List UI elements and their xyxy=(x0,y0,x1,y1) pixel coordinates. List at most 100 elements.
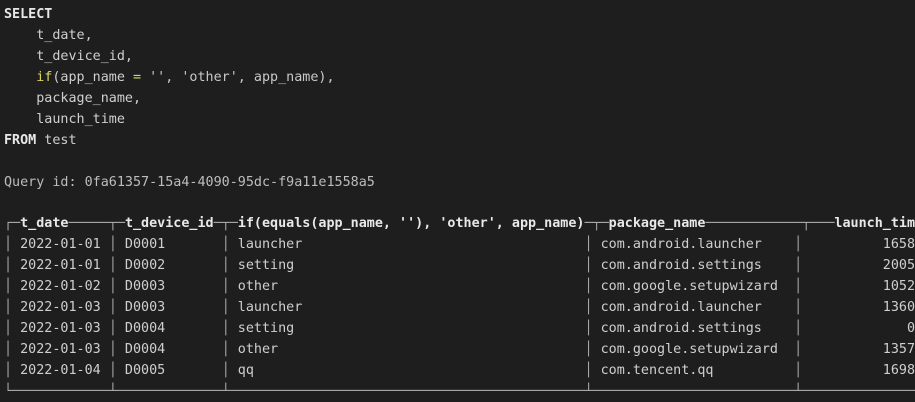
table-row: │ 2022-01-03 │ D0003 │ launcher │ com.an… xyxy=(4,297,915,318)
table-border: │ xyxy=(4,363,13,378)
table-border: ┌ xyxy=(4,216,13,231)
column-header: launch_time xyxy=(834,216,915,231)
table-row: │ 2022-01-02 │ D0003 │ other │ com.googl… xyxy=(4,276,915,297)
sql-if-expression: if(app_name = '', 'other', app_name), xyxy=(4,67,335,88)
table-cell: 1658 xyxy=(802,237,915,252)
table-cell: com.tencent.qq xyxy=(592,363,795,378)
table-border: │ xyxy=(584,321,593,336)
column-header: t_device_id xyxy=(124,216,214,231)
table-border: │ xyxy=(108,300,117,315)
table-border: │ xyxy=(4,321,13,336)
table-cell: com.google.setupwizard xyxy=(592,279,795,294)
table-border: ─┬ xyxy=(213,216,230,231)
sql-if-args-2: '', 'other', app_name), xyxy=(141,70,335,85)
table-border: ─── xyxy=(810,216,835,231)
table-cell: setting xyxy=(229,258,585,273)
table-cell: launcher xyxy=(229,237,585,252)
table-border: │ xyxy=(794,342,803,357)
table-cell: D0003 xyxy=(116,279,222,294)
sql-indent xyxy=(4,70,36,85)
sql-column-t-date: t_date, xyxy=(4,28,93,43)
table-cell: 1052 xyxy=(802,279,915,294)
terminal-window[interactable]: SELECT t_date, t_device_id, if(app_name … xyxy=(0,0,915,402)
table-cell: 2022-01-03 xyxy=(12,300,109,315)
table-border: │ xyxy=(221,279,230,294)
table-border: │ xyxy=(584,300,593,315)
table-row: │ 2022-01-01 │ D0002 │ setting │ com.and… xyxy=(4,255,915,276)
table-border: │ xyxy=(108,279,117,294)
table-cell: setting xyxy=(229,321,585,336)
table-cell: com.android.launcher xyxy=(592,300,795,315)
table-cell: com.android.launcher xyxy=(592,237,795,252)
table-border: │ xyxy=(794,279,803,294)
sql-column-package-name: package_name, xyxy=(4,91,142,106)
sql-from-keyword: FROM xyxy=(4,133,37,148)
table-border: ─┬ xyxy=(584,216,601,231)
table-cell: com.google.setupwizard xyxy=(592,342,795,357)
table-border: │ xyxy=(108,258,117,273)
table-border: │ xyxy=(584,363,593,378)
table-cell: 2022-01-02 xyxy=(12,279,109,294)
table-border: │ xyxy=(221,342,230,357)
table-border: │ xyxy=(584,258,593,273)
table-border: │ xyxy=(4,300,13,315)
sql-column-launch-time: launch_time xyxy=(4,112,125,127)
table-cell: D0004 xyxy=(116,342,222,357)
table-border: │ xyxy=(584,237,593,252)
table-cell: 2022-01-03 xyxy=(12,342,109,357)
table-cell: 1698 xyxy=(802,363,915,378)
table-border: ─ xyxy=(116,216,125,231)
table-cell: other xyxy=(229,342,585,357)
table-border: ─ xyxy=(12,216,21,231)
table-cell: 2022-01-01 xyxy=(12,258,109,273)
table-cell: D0003 xyxy=(116,300,222,315)
table-header-row: ┌─t_date─────┬─t_device_id─┬─if(equals(a… xyxy=(4,213,915,234)
table-row: │ 2022-01-03 │ D0004 │ other │ com.googl… xyxy=(4,339,915,360)
table-border: │ xyxy=(4,279,13,294)
table-cell: 1360 xyxy=(802,300,915,315)
table-cell: 0 xyxy=(802,321,915,336)
table-cell: D0002 xyxy=(116,258,222,273)
table-border: │ xyxy=(221,300,230,315)
table-cell: 1357 xyxy=(802,342,915,357)
table-border: │ xyxy=(794,363,803,378)
table-border: │ xyxy=(221,258,230,273)
table-border: │ xyxy=(221,321,230,336)
sql-table-name: test xyxy=(36,133,77,148)
sql-column-t-device-id: t_device_id, xyxy=(4,49,133,64)
table-border: │ xyxy=(108,342,117,357)
table-cell: D0004 xyxy=(116,321,222,336)
table-cell: 2022-01-01 xyxy=(12,237,109,252)
table-border: │ xyxy=(794,321,803,336)
table-border: │ xyxy=(221,363,230,378)
table-border: │ xyxy=(794,300,803,315)
table-border: │ xyxy=(108,237,117,252)
table-cell: com.android.settings xyxy=(592,321,795,336)
table-border: ─────┬ xyxy=(68,216,117,231)
table-border: │ xyxy=(794,237,803,252)
column-header: if(equals(app_name, ''), 'other', app_na… xyxy=(237,216,585,231)
sql-if-function: if xyxy=(36,70,53,85)
sql-equals-operator: = xyxy=(133,70,142,85)
table-row: │ 2022-01-01 │ D0001 │ launcher │ com.an… xyxy=(4,234,915,255)
table-border: │ xyxy=(4,258,13,273)
table-border: │ xyxy=(794,258,803,273)
table-row: │ 2022-01-03 │ D0004 │ setting │ com.and… xyxy=(4,318,915,339)
query-id-line: Query id: 0fa61357-15a4-4090-95dc-f9a11e… xyxy=(4,175,375,190)
table-cell: other xyxy=(229,279,585,294)
table-border: │ xyxy=(4,237,13,252)
sql-from-clause: FROM test xyxy=(4,130,77,151)
table-border: ────────────┬ xyxy=(705,216,811,231)
table-cell: com.android.settings xyxy=(592,258,795,273)
table-row: │ 2022-01-04 │ D0005 │ qq │ com.tencent.… xyxy=(4,360,915,381)
table-cell: 2022-01-03 xyxy=(12,321,109,336)
sql-select-keyword: SELECT xyxy=(4,7,53,22)
table-cell: 2005 xyxy=(802,258,915,273)
table-border: │ xyxy=(4,342,13,357)
table-border: ─ xyxy=(600,216,609,231)
table-border: │ xyxy=(108,321,117,336)
table-cell: 2022-01-04 xyxy=(12,363,109,378)
table-cell: D0005 xyxy=(116,363,222,378)
table-cell: launcher xyxy=(229,300,585,315)
table-border: │ xyxy=(584,342,593,357)
